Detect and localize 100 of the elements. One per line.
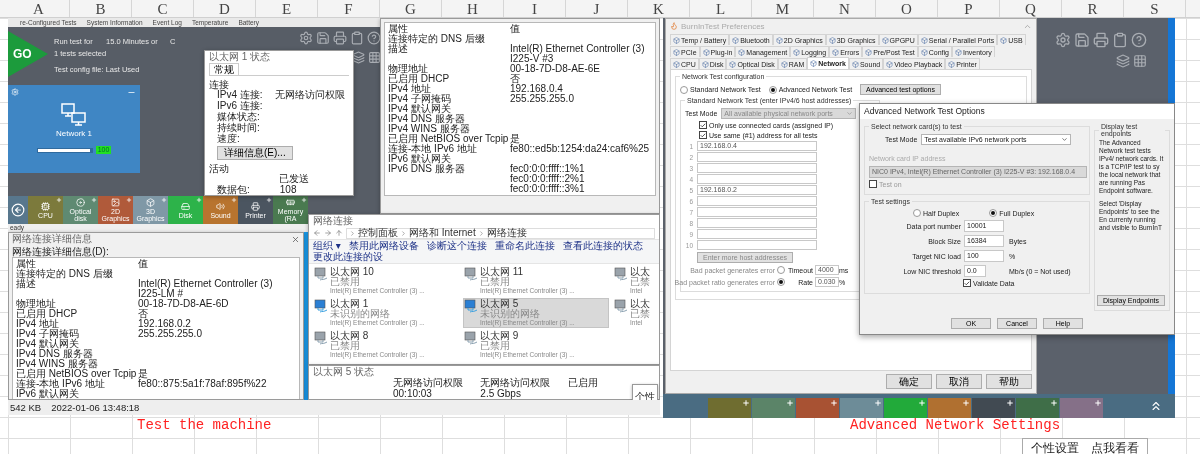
forward-icon[interactable] (324, 229, 332, 237)
host-field[interactable] (697, 174, 817, 184)
address-bar[interactable]: 控制面板 网络和 Internet 网络连接 (346, 227, 655, 239)
host-field[interactable] (697, 218, 817, 228)
toolbar-item[interactable]: 诊断这个连接 (426, 241, 487, 251)
column-header[interactable]: D (194, 0, 256, 17)
test-type-tile[interactable] (1016, 398, 1059, 418)
column-header[interactable]: A (8, 0, 70, 17)
column-header[interactable]: E (256, 0, 318, 17)
toolbar-item[interactable]: 查看此连接的状态 (562, 241, 643, 251)
settings-icon[interactable] (299, 31, 313, 45)
back-button[interactable] (8, 196, 28, 224)
grid-icon[interactable] (368, 51, 381, 64)
column-header[interactable]: H (442, 0, 504, 17)
test-type-tile[interactable] (884, 398, 927, 418)
popup[interactable]: 个性设置 点我看看 (1022, 438, 1148, 454)
test-type-tile[interactable] (840, 398, 883, 418)
help-icon[interactable] (367, 31, 381, 45)
plus-icon[interactable] (126, 197, 132, 203)
checkbox[interactable] (963, 279, 971, 287)
plus-icon[interactable] (830, 399, 838, 407)
plus-icon[interactable] (231, 197, 237, 203)
column-header[interactable]: K (628, 0, 690, 17)
plus-icon[interactable] (56, 197, 62, 203)
status-label: 媒体状态: (217, 112, 260, 122)
toolbar-item[interactable]: 组织 ▾ (313, 241, 341, 251)
save-icon[interactable] (316, 31, 330, 45)
toolbar-item[interactable]: 禁用此网络设备 (348, 241, 419, 251)
clipboard-icon[interactable] (1112, 32, 1128, 48)
back-icon[interactable] (313, 229, 321, 237)
test-type-tile[interactable] (796, 398, 839, 418)
test-type-tile[interactable] (928, 398, 971, 418)
test-type-tile[interactable] (752, 398, 795, 418)
checkbox[interactable] (699, 131, 707, 139)
go-button[interactable]: GO (8, 31, 48, 77)
radio-button[interactable] (768, 85, 777, 94)
radio-button[interactable] (989, 209, 998, 217)
checkbox[interactable] (699, 121, 707, 129)
host-field[interactable] (697, 207, 817, 217)
host-field[interactable] (697, 163, 817, 173)
column-header[interactable]: N (814, 0, 876, 17)
column-header[interactable]: Q (1000, 0, 1062, 17)
save-icon[interactable] (1074, 32, 1090, 48)
test-type-tile[interactable] (972, 398, 1015, 418)
monitors-icon (61, 103, 87, 127)
dialog-button[interactable]: 取消 (936, 374, 982, 389)
host-field[interactable] (697, 152, 817, 162)
column-header[interactable]: M (752, 0, 814, 17)
column-header[interactable]: O (876, 0, 938, 17)
plus-icon[interactable] (301, 197, 307, 203)
toolbar-item[interactable]: 重命名此连接 (494, 241, 555, 251)
close-icon[interactable] (291, 234, 300, 244)
radio-button[interactable] (913, 209, 921, 217)
dialog-button[interactable]: 确定 (886, 374, 932, 389)
column-header[interactable]: I (504, 0, 566, 17)
plus-icon[interactable] (742, 399, 750, 407)
details-button[interactable]: 详细信息(E)... (217, 146, 293, 160)
breadcrumb[interactable]: 网络和 Internet (409, 228, 476, 238)
plus-icon[interactable] (874, 399, 882, 407)
radio-button[interactable] (777, 266, 785, 274)
column-header[interactable]: C (132, 0, 194, 17)
plus-icon[interactable] (1050, 399, 1058, 407)
plus-icon[interactable] (1094, 399, 1102, 407)
column-header[interactable]: G (380, 0, 442, 17)
plus-icon[interactable] (962, 399, 970, 407)
breadcrumb[interactable]: 网络连接 (486, 228, 527, 238)
column-header[interactable]: F (318, 0, 380, 17)
plus-icon[interactable] (786, 399, 794, 407)
column-header[interactable]: B (70, 0, 132, 17)
dialog-button[interactable]: 帮助 (986, 374, 1032, 389)
grid-icon[interactable] (1133, 54, 1147, 68)
help-icon[interactable] (1131, 32, 1147, 48)
chevrons-up-icon[interactable] (1149, 399, 1163, 413)
toolbar-item[interactable]: 更改此连接的设 (313, 252, 383, 262)
test-type-tile[interactable] (708, 398, 751, 418)
printer-icon[interactable] (1093, 32, 1109, 48)
column-header[interactable]: R (1062, 0, 1124, 17)
host-field[interactable] (697, 196, 817, 206)
plus-icon[interactable] (1006, 399, 1014, 407)
plus-icon[interactable] (266, 197, 272, 203)
up-icon[interactable] (335, 229, 343, 237)
host-field[interactable] (697, 229, 817, 239)
printer-icon[interactable] (333, 31, 347, 45)
test-type-tile[interactable] (1060, 398, 1103, 418)
windows-icon[interactable] (352, 51, 365, 64)
column-header[interactable]: P (938, 0, 1000, 17)
host-field[interactable] (697, 240, 817, 250)
property-name: IPv4 默认网关 (388, 104, 452, 114)
column-header[interactable]: J (566, 0, 628, 17)
column-header[interactable]: L (690, 0, 752, 17)
clipboard-icon[interactable] (350, 31, 364, 45)
settings-icon[interactable] (1055, 32, 1071, 48)
tab[interactable]: 常规 (209, 63, 239, 75)
connection-name: 以太网 5 (480, 299, 520, 309)
checkbox[interactable] (869, 180, 877, 188)
radio-button[interactable] (680, 85, 688, 94)
column-header[interactable]: S (1124, 0, 1186, 17)
property-name: 连接-本地 IPv6 地址 (16, 379, 106, 389)
box-icon (865, 48, 873, 56)
radio-button[interactable] (777, 278, 785, 286)
